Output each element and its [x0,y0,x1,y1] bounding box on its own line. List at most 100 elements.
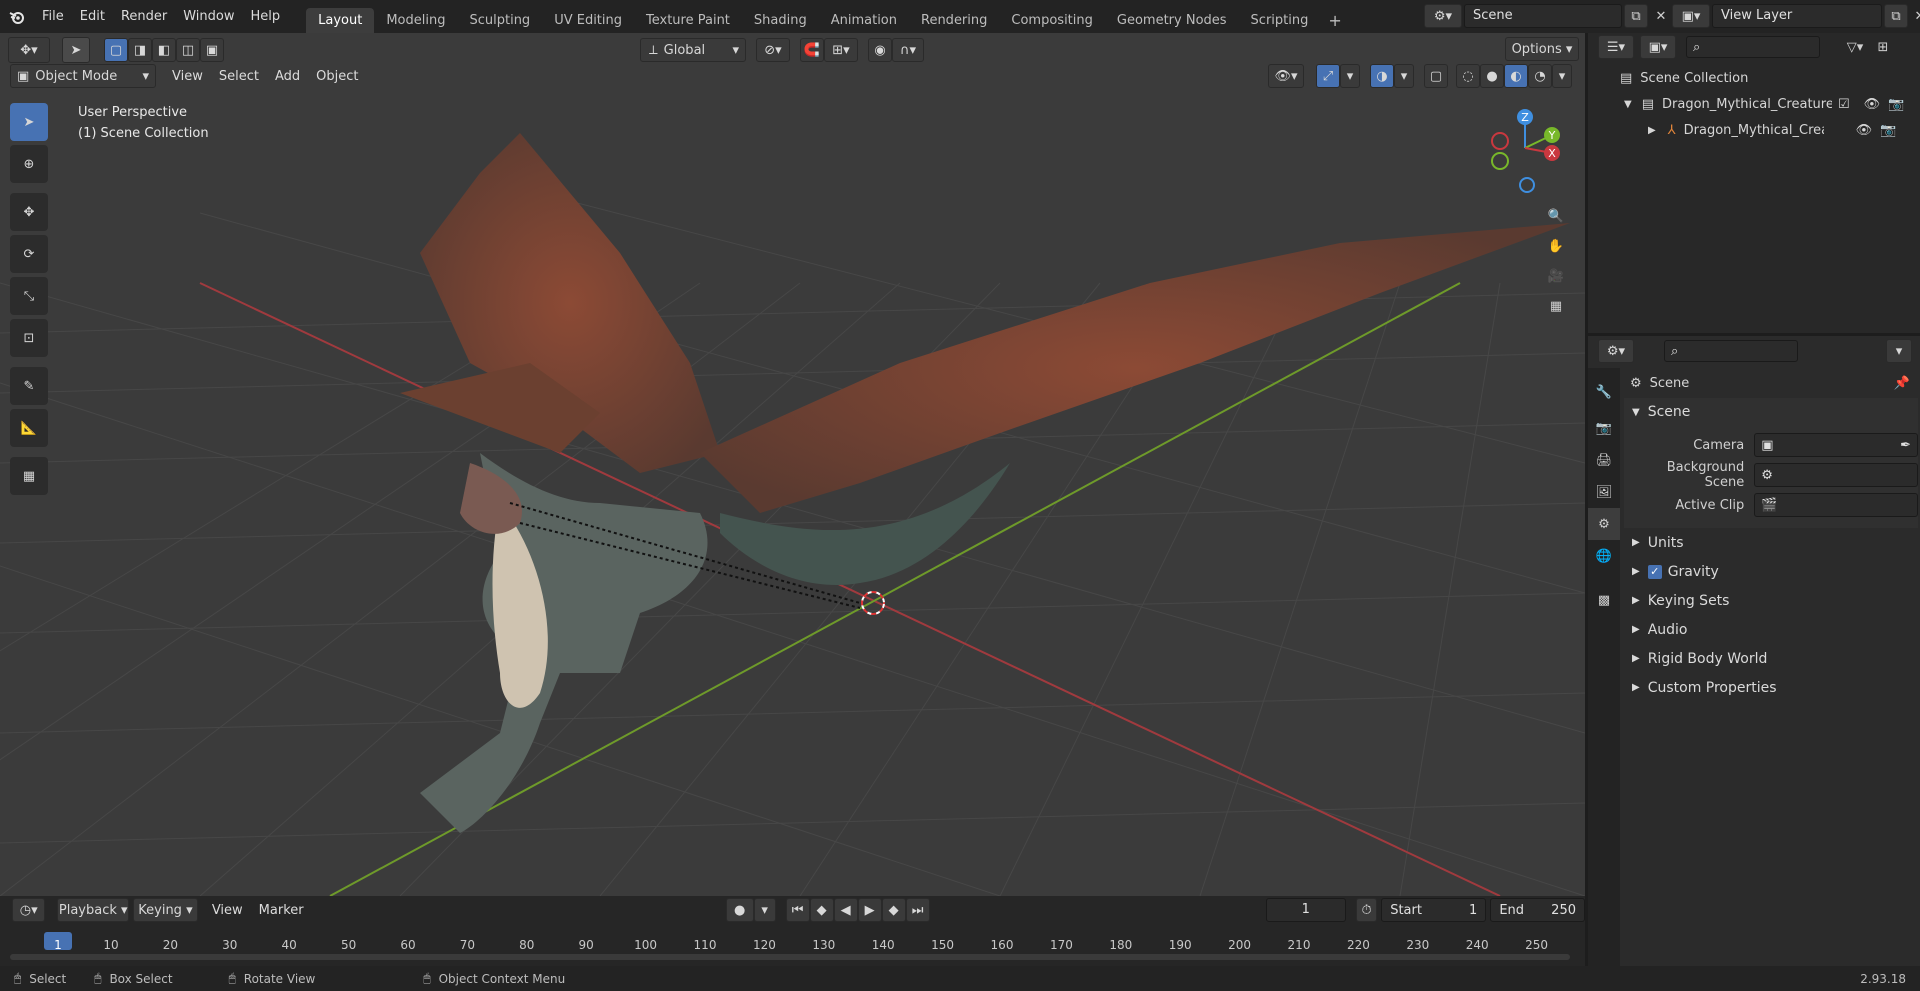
menu-window[interactable]: Window [175,9,242,24]
tab-geometry-nodes[interactable]: Geometry Nodes [1105,8,1239,33]
ortho-grid-icon[interactable]: ▦ [1542,291,1570,321]
chevron-down-icon[interactable]: ▾ [1886,339,1912,363]
properties-search-input[interactable]: ⌕ [1664,340,1798,362]
tool-tab-icon[interactable]: 🔧 [1588,376,1620,408]
measure-tool-icon[interactable]: 📐 [10,409,48,447]
solid-shading-icon[interactable]: ● [1480,64,1504,88]
overlay-toggle-icon[interactable]: ◑ [1370,64,1394,88]
rendered-shading-icon[interactable]: ◔ [1528,64,1552,88]
view-layer-browse-button[interactable]: ▣▾ [1672,4,1710,28]
tab-sculpting[interactable]: Sculpting [457,8,542,33]
outliner-search-input[interactable]: ⌕ [1686,36,1820,58]
scene-browse-button[interactable]: ⚙▾ [1424,4,1462,28]
visibility-icon[interactable]: 👁▾ [1268,64,1304,88]
menu-edit[interactable]: Edit [72,9,113,24]
tab-layout[interactable]: Layout [306,8,375,33]
outliner-item-object[interactable]: ▶ ⅄ Dragon_Mythical_Creatur 👁 📷 [1588,117,1920,143]
close-icon[interactable]: ✕ [1910,5,1920,27]
rotate-tool-icon[interactable]: ⟳ [10,235,48,273]
falloff-icon[interactable]: ∩▾ [892,38,924,62]
cursor-tool-icon[interactable]: ⊕ [10,145,48,183]
eye-icon[interactable]: 👁 [1856,123,1873,138]
camera-icon[interactable]: 📷 [1880,123,1896,138]
tab-rendering[interactable]: Rendering [909,8,999,33]
tool-select-icon[interactable]: ➤ [62,37,90,63]
editor-type-button[interactable]: ✥▾ [8,37,50,63]
gizmo-toggle-icon[interactable]: ⤢ [1316,64,1340,88]
xray-toggle-icon[interactable]: ▢ [1424,64,1448,88]
audio-panel-header[interactable]: ▶ Audio [1624,615,1918,644]
viewport-menu-select[interactable]: Select [211,69,267,84]
options-dropdown[interactable]: Options ▾ [1505,37,1579,61]
close-icon[interactable]: ✕ [1650,5,1672,27]
view-layer-name-field[interactable]: View Layer [1712,4,1882,28]
select-new-icon[interactable]: ▢ [104,38,128,62]
view-layer-tab-icon[interactable]: 🖼 [1588,476,1620,508]
tab-animation[interactable]: Animation [819,8,909,33]
add-workspace-icon[interactable]: + [1320,8,1349,33]
annotate-tool-icon[interactable]: ✎ [10,367,48,405]
snap-toggle-icon[interactable]: 🧲 [800,38,824,62]
copy-view-layer-icon[interactable]: ⧉ [1884,4,1908,28]
tab-texture-paint[interactable]: Texture Paint [634,8,742,33]
keying-sets-panel-header[interactable]: ▶ Keying Sets [1624,586,1918,615]
dragon-model[interactable] [400,133,1570,833]
select-subtract-icon[interactable]: ◧ [152,38,176,62]
tab-modeling[interactable]: Modeling [374,8,457,33]
outliner-scene-collection[interactable]: ▤ Scene Collection [1588,65,1920,91]
scene-section-header[interactable]: ▼ Scene [1624,398,1918,426]
select-extend-icon[interactable]: ◨ [128,38,152,62]
snap-settings-icon[interactable]: ⊞▾ [824,38,858,62]
pin-icon[interactable]: 📌 [1894,376,1910,391]
custom-properties-panel-header[interactable]: ▶ Custom Properties [1624,673,1918,702]
gravity-checkbox[interactable]: ✓ [1647,564,1662,579]
output-tab-icon[interactable]: 🖨 [1588,444,1620,476]
viewport-menu-view[interactable]: View [164,69,211,84]
viewport-menu-add[interactable]: Add [267,69,308,84]
copy-scene-icon[interactable]: ⧉ [1624,4,1648,28]
rigid-body-world-panel-header[interactable]: ▶ Rigid Body World [1624,644,1918,673]
select-intersect-icon[interactable]: ▣ [200,38,224,62]
material-preview-icon[interactable]: ◐ [1504,64,1528,88]
scene-name-field[interactable]: Scene [1464,4,1622,28]
tab-scripting[interactable]: Scripting [1239,8,1321,33]
navigation-gizmo[interactable]: Z Y X [1480,103,1570,193]
properties-editor-type-icon[interactable]: ⚙▾ [1598,339,1634,363]
proportional-edit-icon[interactable]: ◉ [868,38,892,62]
select-box-tool-icon[interactable]: ➤ [10,103,48,141]
timeline-scrollbar[interactable] [10,954,1570,960]
outliner-item-collection[interactable]: ▼ ▤ Dragon_Mythical_Creature_0( ☑ 👁 📷 [1588,91,1920,117]
texture-tab-icon[interactable]: ▩ [1588,584,1620,616]
world-tab-icon[interactable]: 🌐 [1588,540,1620,572]
menu-help[interactable]: Help [243,9,289,24]
wireframe-shading-icon[interactable]: ◌ [1456,64,1480,88]
units-panel-header[interactable]: ▶ Units [1624,528,1918,557]
camera-field[interactable]: ▣ ✒ [1754,433,1918,457]
overlay-dropdown-icon[interactable]: ▾ [1394,64,1414,88]
add-cube-tool-icon[interactable]: ▦ [10,457,48,495]
menu-render[interactable]: Render [113,9,175,24]
camera-icon[interactable]: 📷 [1888,97,1904,112]
new-collection-icon[interactable]: ⊞ [1872,36,1894,58]
menu-file[interactable]: File [34,9,72,24]
render-tab-icon[interactable]: 📷 [1588,412,1620,444]
camera-view-icon[interactable]: 🎥 [1542,261,1570,291]
background-scene-field[interactable]: ⚙ [1754,463,1918,487]
3d-viewport[interactable]: ✥▾ ➤ ▢ ◨ ◧ ◫ ▣ ⟂ Global ▾ ⊘▾ 🧲 ⊞▾ ◉ ∩▾ O… [0,33,1585,896]
tab-compositing[interactable]: Compositing [999,8,1105,33]
scale-tool-icon[interactable]: ⤡ [10,277,48,315]
checkbox-icon[interactable]: ☑ [1838,97,1850,112]
eye-icon[interactable]: 👁 [1864,97,1881,112]
scene-tab-icon[interactable]: ⚙ [1588,508,1620,540]
blender-logo-icon[interactable] [0,0,34,33]
transform-orientation-dropdown[interactable]: ⟂ Global ▾ [640,38,746,62]
gravity-panel-header[interactable]: ▶ ✓ Gravity [1624,557,1918,586]
eyedropper-icon[interactable]: ✒ [1900,438,1911,453]
move-tool-icon[interactable]: ✥ [10,193,48,231]
filter-icon[interactable]: ▽▾ [1838,36,1872,58]
mode-dropdown[interactable]: ▣ Object Mode ▾ [10,64,156,88]
transform-tool-icon[interactable]: ⊡ [10,319,48,357]
viewport-menu-object[interactable]: Object [308,69,366,84]
pivot-point-icon[interactable]: ⊘▾ [756,38,790,62]
shading-dropdown-icon[interactable]: ▾ [1552,64,1572,88]
